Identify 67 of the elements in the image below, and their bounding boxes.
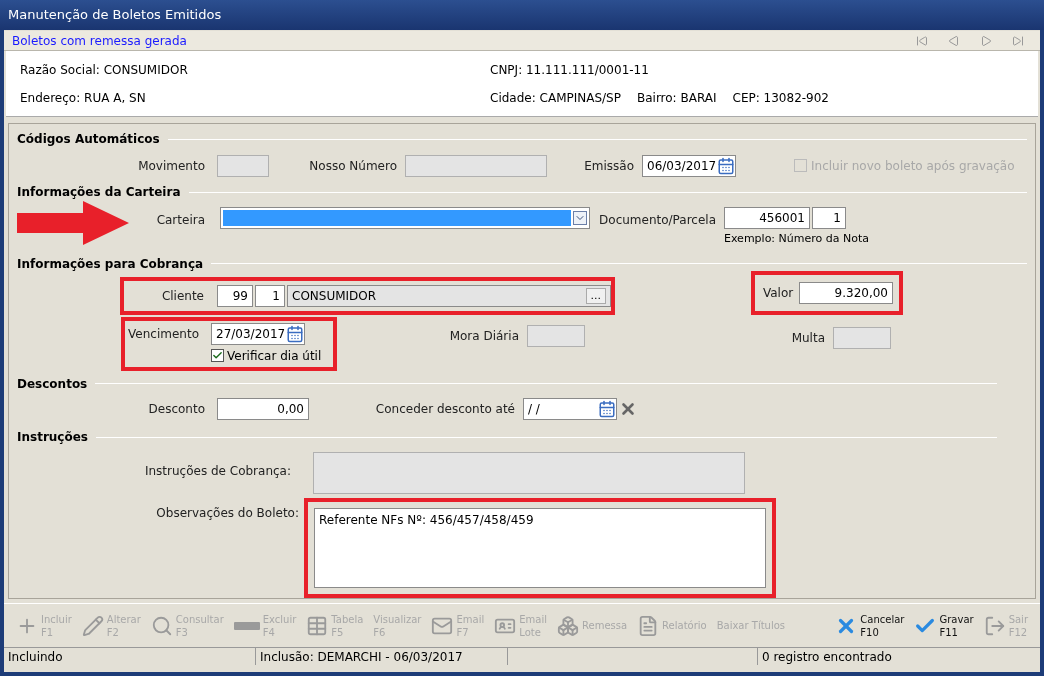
field-label: Cliente <box>160 287 204 305</box>
section-title: Códigos Automáticos <box>17 131 160 148</box>
document-field[interactable]: 456001 <box>724 207 810 230</box>
checkbox-label: Verificar dia útil <box>227 347 322 365</box>
previous-record-icon[interactable] <box>948 34 960 47</box>
field-label: Desconto <box>147 401 205 419</box>
client-name-field[interactable]: CONSUMIDOR ... <box>287 284 611 307</box>
section-title: Informações da Carteira <box>17 184 181 202</box>
status-text: 0 registro encontrado <box>762 648 892 666</box>
field-label: Documento/Parcela <box>598 212 716 230</box>
company-name: Razão Social: CONSUMIDOR <box>20 62 189 79</box>
city: Cidade: CAMPINAS/SP <box>490 90 621 107</box>
toolbar-button[interactable]: Cancelar F10 <box>831 605 909 646</box>
due-date-field[interactable]: 27/03/2017 <box>211 322 305 345</box>
minus-icon <box>233 621 260 630</box>
issue-date-field[interactable]: 06/03/2017 <box>642 154 736 177</box>
checkbox[interactable] <box>211 349 224 363</box>
field-label: Mora Diária <box>448 327 519 345</box>
fine-field[interactable] <box>833 326 891 349</box>
toolbar-button[interactable]: Gravar F11 <box>910 605 978 646</box>
zip-code: CEP: 13082-902 <box>732 90 829 107</box>
ellipsis-button[interactable]: ... <box>585 287 606 304</box>
field-label: Carteira <box>155 212 205 230</box>
field-label: Nosso Número <box>308 157 397 175</box>
status-text: Inclusão: DEMARCHI - 06/03/2017 <box>260 648 463 666</box>
calendar-icon[interactable] <box>717 156 735 175</box>
client-sub-field[interactable]: 1 <box>255 284 285 307</box>
field-label: Observações do Boleto: <box>155 505 299 522</box>
field-label: Conceder desconto até <box>374 401 515 419</box>
status-text: Incluindo <box>8 648 63 666</box>
client-code-field[interactable]: 99 <box>217 284 253 307</box>
wallet-dropdown[interactable] <box>220 207 590 230</box>
section-title: Descontos <box>17 375 88 393</box>
field-label: Vencimento <box>127 325 199 343</box>
neighborhood: Bairro: BARAI <box>636 90 717 107</box>
discount-field[interactable]: 0,00 <box>217 398 309 421</box>
last-record-icon[interactable] <box>1012 34 1024 47</box>
section-title: Instruções <box>17 429 88 446</box>
next-record-icon[interactable] <box>980 34 992 47</box>
calendar-icon[interactable] <box>598 400 616 419</box>
daily-interest-field[interactable] <box>527 324 585 347</box>
field-label: Movimento <box>137 157 205 175</box>
instructions-field[interactable] <box>313 452 745 494</box>
our-number-field[interactable] <box>405 154 547 177</box>
checkbox-label: Incluir novo boleto após gravação <box>811 157 1015 175</box>
subtitle: Boletos com remessa gerada <box>12 32 187 50</box>
movement-field[interactable] <box>217 154 269 177</box>
discount-date-field[interactable]: / / <box>523 398 617 421</box>
search-icon <box>150 614 173 637</box>
installment-field[interactable]: 1 <box>812 207 846 230</box>
field-label: Valor <box>761 284 794 302</box>
exit-icon <box>983 614 1006 637</box>
boxes-icon <box>557 614 579 637</box>
notes-field[interactable]: Referente NFs Nº: 456/457/458/459 <box>314 508 766 588</box>
amount-field[interactable]: 9.320,00 <box>798 281 893 304</box>
pencil-icon <box>81 614 104 637</box>
field-label: Instruções de Cobrança: <box>143 463 291 480</box>
field-label: Multa <box>790 329 825 347</box>
first-record-icon[interactable] <box>916 34 928 47</box>
section-title: Informações para Cobrança <box>17 255 204 273</box>
calendar-icon[interactable] <box>286 324 304 343</box>
cnpj: CNPJ: 11.111.111/0001-11 <box>490 62 650 79</box>
window-title: Manutenção de Boletos Emitidos <box>0 0 1044 30</box>
hint-text: Exemplo: Número da Nota <box>724 231 869 248</box>
table-icon <box>306 614 329 637</box>
address: Endereço: RUA A, SN <box>20 90 147 107</box>
field-label: Emissão <box>583 157 634 175</box>
